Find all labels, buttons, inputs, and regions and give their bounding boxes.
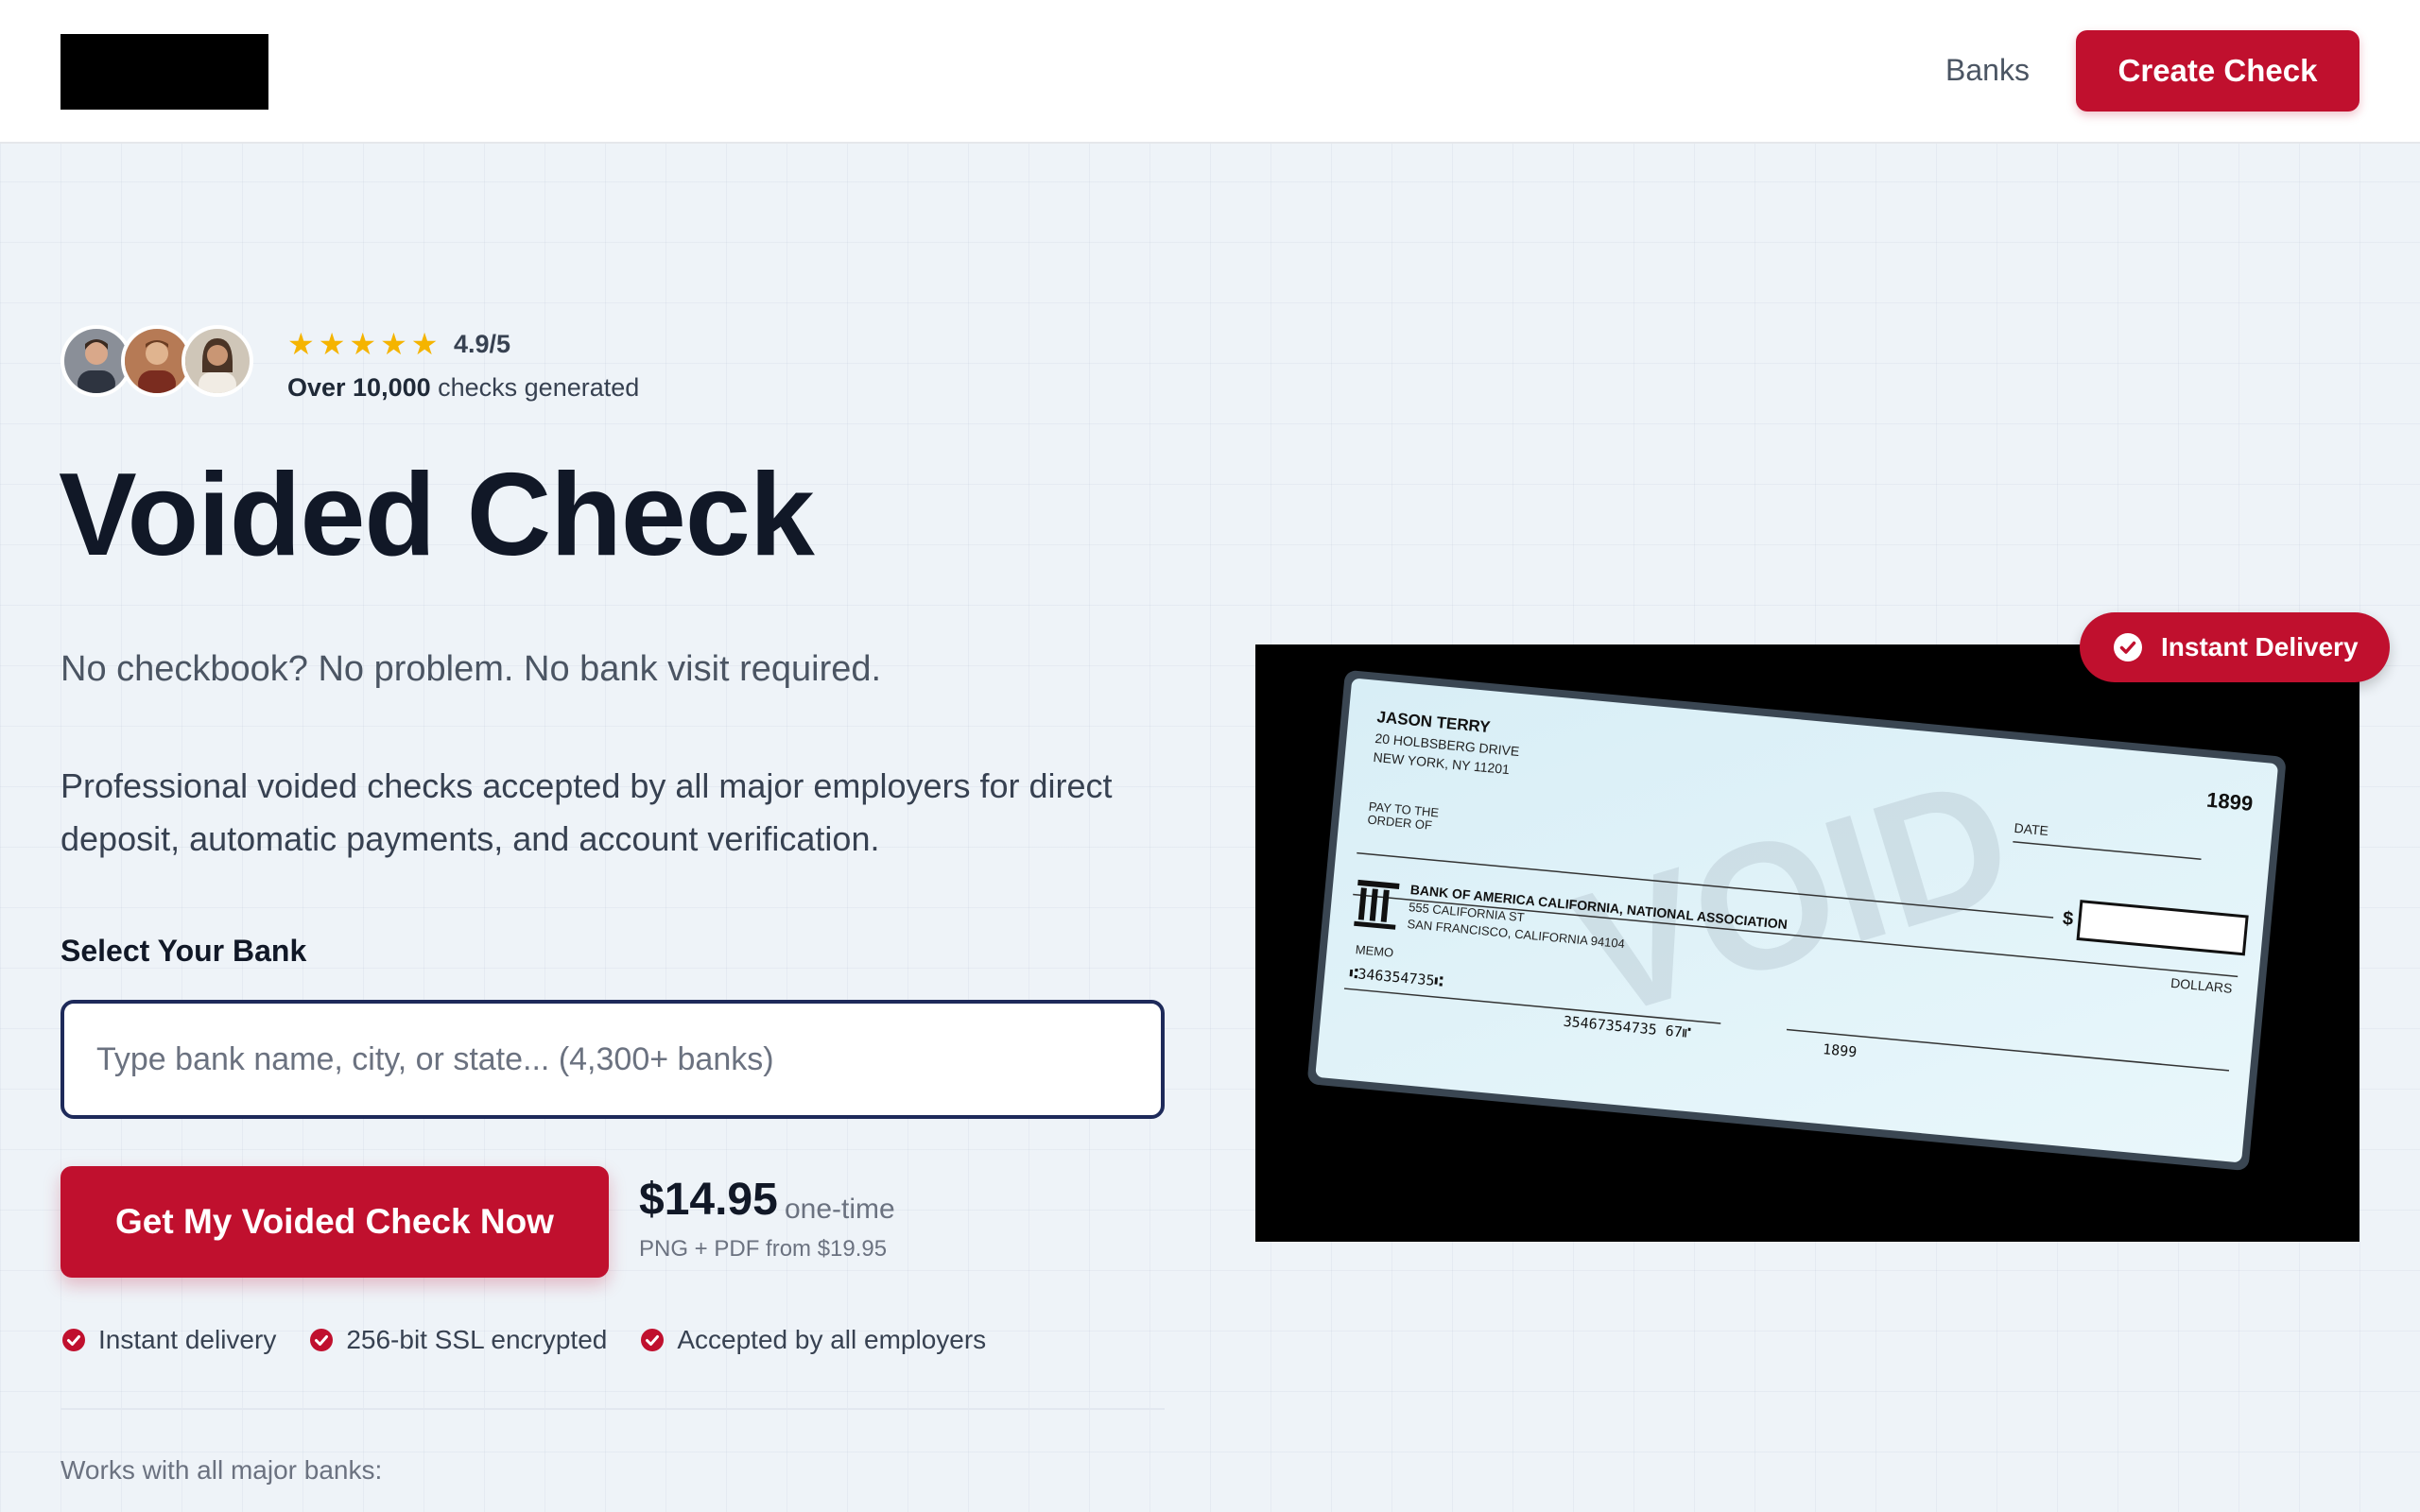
divider [60, 1408, 1165, 1410]
feature-item: 256-bit SSL encrypted [308, 1321, 607, 1359]
check-circle-icon [641, 1329, 665, 1351]
check-circle-icon [2114, 633, 2142, 662]
page-title: Voided Check [59, 450, 815, 580]
logo[interactable] [60, 34, 268, 110]
hero-tagline: No checkbook? No problem. No bank visit … [60, 649, 882, 689]
get-voided-check-button[interactable]: Get My Voided Check Now [60, 1166, 609, 1278]
bank-search-input[interactable] [60, 1000, 1165, 1119]
rating-stars: ★ ★ ★ ★ ★ [287, 327, 438, 361]
check-circle-icon [310, 1329, 334, 1351]
feature-label: Instant delivery [98, 1325, 277, 1354]
price-note: one-time [785, 1194, 895, 1225]
feature-list: Instant delivery 256-bit SSL encrypted A… [60, 1321, 986, 1359]
checks-count: Over 10,000 [287, 373, 431, 402]
site-header: Banks Create Check [0, 0, 2420, 144]
voided-check-image: VOID JASON TERRY 20 HOLBSBERG DRIVE NEW … [1255, 644, 2360, 1242]
feature-label: Accepted by all employers [677, 1325, 987, 1354]
check-number: 1899 [2205, 788, 2254, 816]
feature-item: Accepted by all employers [639, 1321, 986, 1359]
create-check-button[interactable]: Create Check [2076, 30, 2360, 112]
rating-value: 4.9/5 [454, 330, 511, 358]
star-icon: ★ [380, 327, 407, 361]
check-illustration: VOID JASON TERRY 20 HOLBSBERG DRIVE NEW … [1307, 670, 2286, 1171]
price: $14.95 [639, 1175, 778, 1225]
check-circle-icon [62, 1329, 85, 1351]
customer-avatars [60, 325, 259, 401]
star-icon: ★ [349, 327, 377, 361]
check-date-label: DATE [2014, 820, 2049, 838]
micr-check-number: 1899 [1822, 1040, 1858, 1060]
avatar [182, 325, 253, 397]
feature-item: Instant delivery [60, 1321, 276, 1359]
instant-delivery-badge: Instant Delivery [2080, 612, 2390, 682]
star-icon: ★ [318, 327, 346, 361]
dollar-sign: $ [2062, 908, 2074, 930]
hero-description: Professional voided checks accepted by a… [60, 766, 1113, 858]
star-icon: ★ [410, 327, 439, 361]
nav-banks-link[interactable]: Banks [1945, 49, 2030, 91]
badge-label: Instant Delivery [2161, 632, 2359, 662]
price-sub: PNG + PDF from $19.95 [639, 1236, 888, 1262]
works-with-banks: Works with all major banks: [60, 1455, 383, 1485]
bank-select-label: Select Your Bank [60, 934, 307, 968]
checks-label: checks generated [430, 373, 640, 402]
star-icon: ★ [287, 327, 315, 361]
feature-label: 256-bit SSL encrypted [346, 1325, 608, 1354]
checks-generated: Over 10,000 checks generated [287, 370, 639, 404]
